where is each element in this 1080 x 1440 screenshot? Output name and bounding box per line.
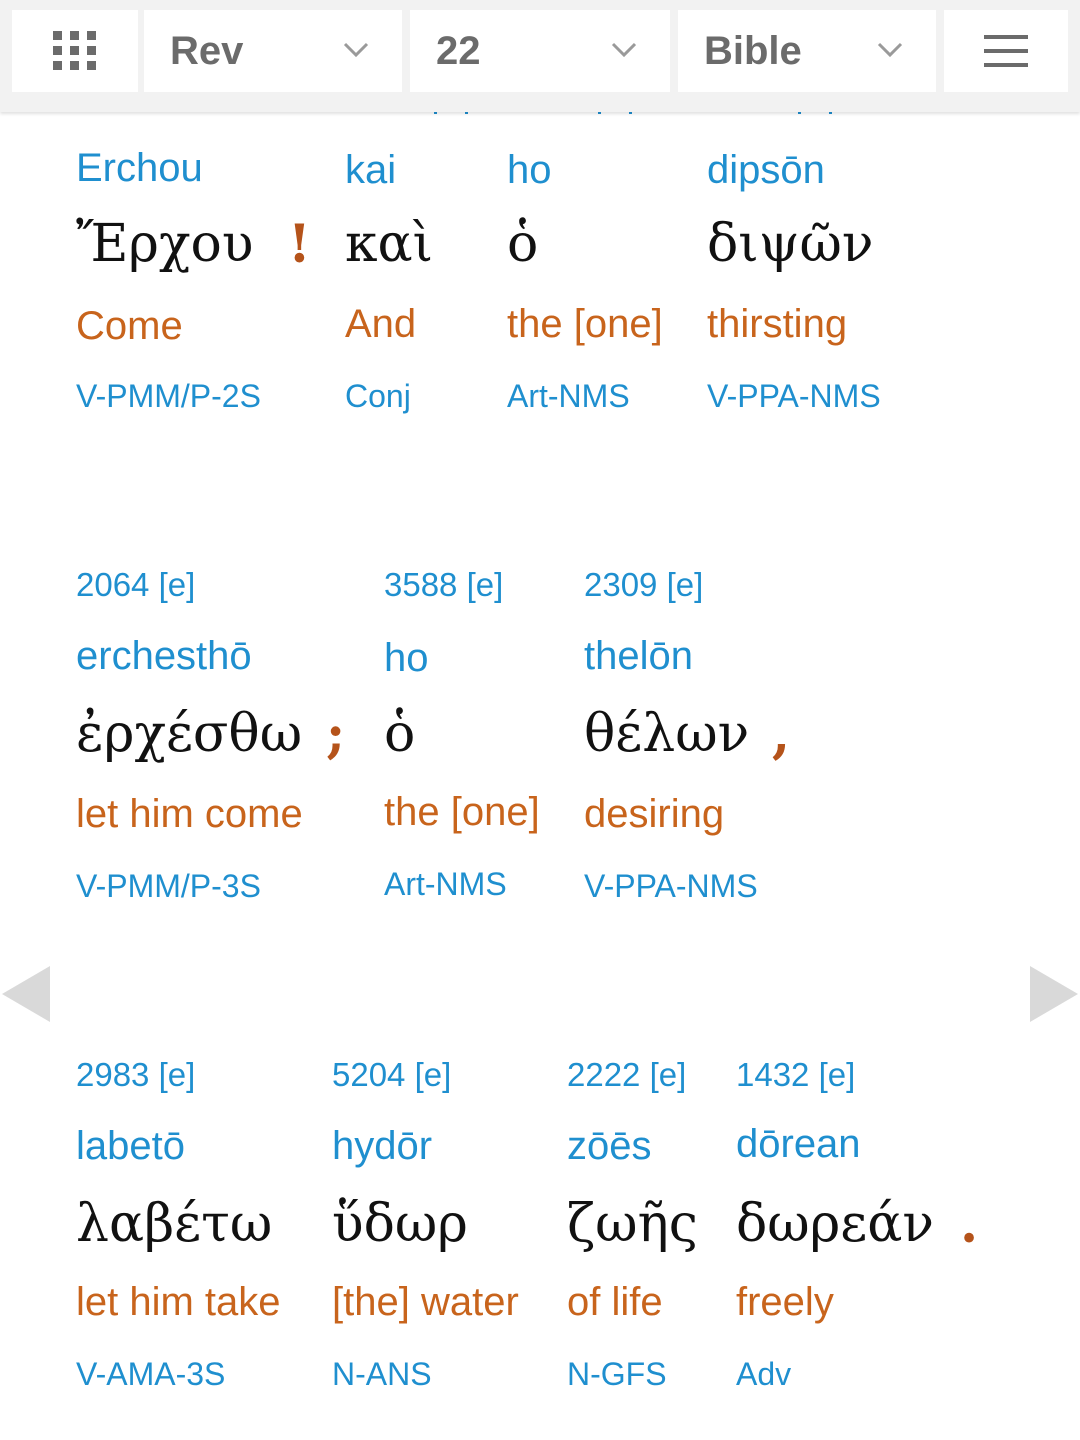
english-gloss: [the] water (332, 1280, 519, 1324)
greek-punctuation: ; (326, 704, 346, 765)
greek-word: διψῶν (707, 214, 874, 274)
hamburger-menu-icon (984, 35, 1028, 67)
strongs-number-link[interactable]: 2983 [e] (76, 1056, 195, 1094)
transliteration-link[interactable]: Erchou (76, 146, 203, 191)
chapter-select-label: 22 (436, 28, 481, 73)
strongs-number-link[interactable]: 3588 [e] (384, 566, 503, 604)
version-select-label: Bible (704, 28, 802, 73)
transliteration-link[interactable]: erchesthō (76, 634, 252, 679)
greek-word: ὁ (507, 214, 539, 274)
apps-grid-button[interactable] (12, 10, 138, 92)
top-toolbar: Rev 22 Bible (0, 0, 1080, 112)
parsing-link[interactable]: N-GFS (567, 1356, 667, 1393)
parsing-link[interactable]: Conj (345, 378, 411, 415)
transliteration-link[interactable]: kai (345, 148, 396, 193)
transliteration-link[interactable]: ho (384, 636, 429, 681)
transliteration-link[interactable]: dōrean (736, 1122, 861, 1167)
english-gloss: let him take (76, 1280, 281, 1324)
parsing-link[interactable]: Art-NMS (507, 378, 630, 415)
greek-word: ζωῆς (567, 1194, 698, 1254)
greek-word: ὁ (384, 704, 416, 764)
strongs-number-link[interactable]: 2064 [e] (76, 566, 195, 604)
english-gloss: Come (76, 304, 183, 348)
parsing-link[interactable]: V-PMM/P-2S (76, 378, 261, 415)
parsing-link[interactable]: V-PPA-NMS (707, 378, 881, 415)
transliteration-link[interactable]: ho (507, 148, 552, 193)
greek-punctuation: . (960, 1194, 979, 1255)
menu-button[interactable] (944, 10, 1068, 92)
greek-word: ἐρχέσθω (76, 704, 303, 764)
english-gloss: the [one] (384, 790, 540, 834)
version-select[interactable]: Bible (678, 10, 936, 92)
transliteration-link[interactable]: zōēs (567, 1124, 652, 1169)
english-gloss: thirsting (707, 302, 848, 346)
chevron-down-icon (877, 42, 903, 58)
parsing-link[interactable]: Art-NMS (384, 866, 507, 903)
transliteration-link[interactable]: thelōn (584, 634, 693, 679)
greek-word: καὶ (345, 214, 434, 274)
greek-word: ὕδωρ (332, 1194, 468, 1254)
strongs-number-link[interactable]: 5204 [e] (332, 1056, 451, 1094)
english-gloss: the [one] (507, 302, 663, 346)
parsing-link[interactable]: V-AMA-3S (76, 1356, 225, 1393)
english-gloss: desiring (584, 792, 725, 836)
english-gloss: And (345, 302, 417, 346)
strongs-number-link[interactable]: 2309 [e] (584, 566, 703, 604)
strongs-number-link[interactable]: 2222 [e] (567, 1056, 686, 1094)
transliteration-link[interactable]: hydōr (332, 1124, 432, 1169)
previous-verse-arrow-icon[interactable] (0, 964, 52, 1024)
english-gloss: of life (567, 1280, 663, 1324)
transliteration-link[interactable]: dipsōn (707, 148, 825, 193)
english-gloss: let him come (76, 792, 303, 836)
parsing-link[interactable]: Adv (736, 1356, 791, 1393)
greek-word: δωρεάν (736, 1194, 934, 1254)
next-verse-arrow-icon[interactable] (1028, 964, 1080, 1024)
greek-word: θέλων (584, 704, 750, 764)
parsing-link[interactable]: V-PMM/P-3S (76, 868, 261, 905)
greek-punctuation: , (772, 704, 791, 765)
greek-word: Ἔρχου (76, 214, 254, 274)
strongs-number-link[interactable]: 1432 [e] (736, 1056, 855, 1094)
parsing-link[interactable]: N-ANS (332, 1356, 432, 1393)
english-gloss: freely (736, 1280, 834, 1324)
grid-icon (53, 31, 96, 70)
book-select-label: Rev (170, 28, 244, 73)
chevron-down-icon (343, 42, 369, 58)
chevron-down-icon (611, 42, 637, 58)
chapter-select[interactable]: 22 (410, 10, 670, 92)
transliteration-link[interactable]: labetō (76, 1124, 185, 1169)
book-select[interactable]: Rev (144, 10, 402, 92)
greek-punctuation: ! (288, 214, 311, 275)
parsing-link[interactable]: V-PPA-NMS (584, 868, 758, 905)
greek-word: λαβέτω (76, 1194, 273, 1254)
